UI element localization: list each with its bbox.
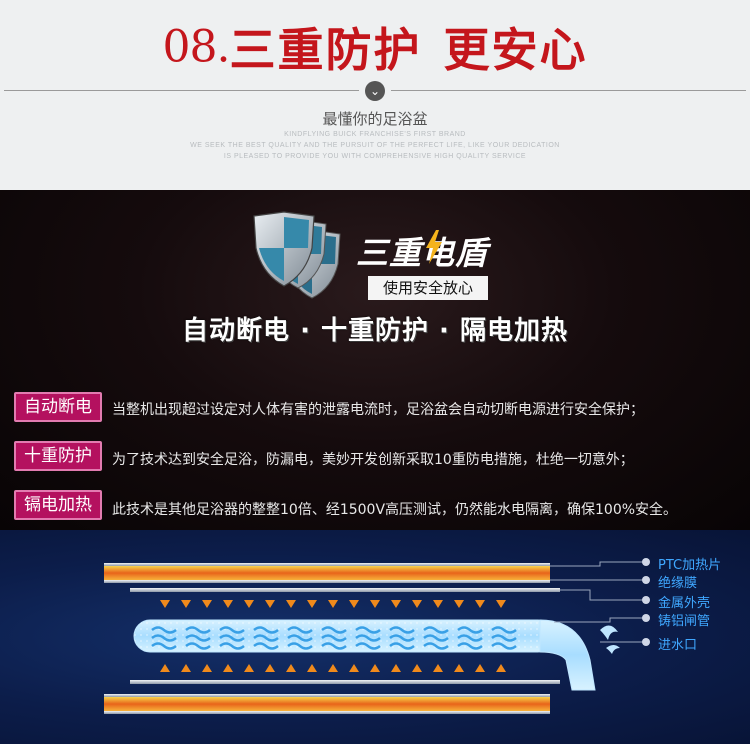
feature-desc-auto-cutoff: 当整机出现超过设定对人体有害的泄露电流时，足浴盆会自动切断电源进行安全保护； bbox=[112, 402, 644, 418]
brand-tagline: 使用安全放心 bbox=[368, 276, 488, 300]
english-line-1: KINDFLYING Buick franchise's first brand bbox=[284, 131, 466, 138]
feature-tag-ten-protection: 十重防护 bbox=[14, 441, 102, 471]
heating-structure-diagram: PTC加热片 绝缘膜 金属外壳 铸铝闸管 进水口 bbox=[0, 530, 750, 744]
legend-ptc-heater: PTC加热片 bbox=[658, 558, 722, 573]
feature-tag-auto-cutoff: 自动断电 bbox=[14, 392, 102, 422]
title-triple-protection: 三重防护 bbox=[229, 23, 422, 77]
feature-desc-isolated-heating: 此技术是其他足浴器的整整10倍、经1500V高压测试，仍然能水电隔离，确保100… bbox=[112, 502, 678, 518]
legend-dot-shell bbox=[642, 596, 650, 604]
section-number: 08. bbox=[162, 21, 231, 73]
section-header: 08.三重防护 更安心 ⌄ 最懂你的足浴盆 KINDFLYING Buick fr… bbox=[0, 0, 750, 190]
title-more-secure: 更安心 bbox=[443, 23, 588, 77]
legend-cast-aluminum-pipe: 铸铝闸管 bbox=[658, 614, 711, 629]
product-detail-page: 08.三重防护 更安心 ⌄ 最懂你的足浴盆 KINDFLYING Buick fr… bbox=[0, 0, 750, 744]
legend-dot-pipe bbox=[642, 614, 650, 622]
legend-dot-film bbox=[642, 576, 650, 584]
divider-right bbox=[391, 90, 746, 91]
shield-icon bbox=[250, 208, 350, 308]
chevron-down-icon: ⌄ bbox=[365, 81, 385, 101]
slogan: 自动断电 · 十重防护 · 隔电加热 bbox=[182, 316, 568, 346]
legend-metal-shell: 金属外壳 bbox=[658, 596, 711, 611]
section-title: 08.三重防护 更安心 bbox=[0, 14, 750, 80]
legend-dot-ptc bbox=[642, 558, 650, 566]
heating-layers-graphic bbox=[104, 561, 646, 714]
feature-desc-ten-protection: 为了技术达到安全足浴，防漏电，美妙开发创新采取10重防电措施，杜绝一切意外； bbox=[112, 452, 634, 468]
english-line-3: Is pleased to provide you with comprehen… bbox=[223, 153, 527, 160]
english-line-2: We seek the best quality and the pursuit… bbox=[190, 142, 560, 149]
brand-title: 三重电盾 bbox=[356, 234, 489, 272]
legend-dot-inlet bbox=[642, 638, 650, 646]
legend-water-inlet: 进水口 bbox=[658, 638, 698, 653]
feature-tag-isolated-heating: 镉电加热 bbox=[14, 490, 102, 520]
legend-insulation-film: 绝缘膜 bbox=[658, 576, 698, 591]
divider-left bbox=[4, 90, 359, 91]
lightning-icon bbox=[426, 230, 442, 264]
section-subtitle: 最懂你的足浴盆 bbox=[322, 110, 428, 128]
